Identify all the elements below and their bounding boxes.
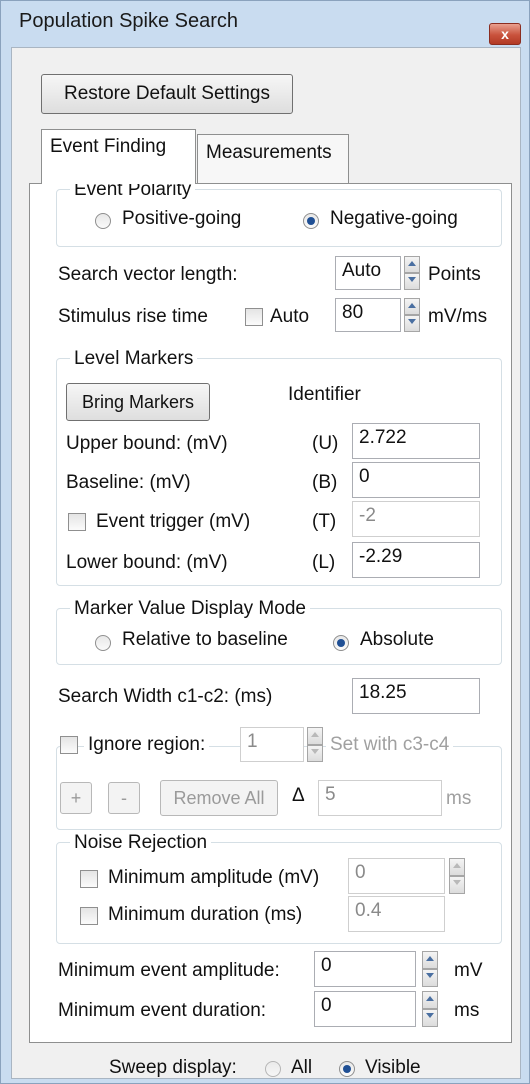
stimulus-auto-label: Auto (270, 306, 310, 327)
absolute-radio[interactable] (333, 635, 349, 651)
stimulus-rise-unit: mV/ms (428, 306, 488, 327)
close-icon[interactable]: x (489, 23, 521, 45)
upper-bound-id: (U) (312, 433, 339, 454)
min-event-duration-label: Minimum event duration: (58, 1000, 267, 1021)
tab-measurements[interactable]: Measurements (197, 134, 349, 183)
sweep-all-label: All (291, 1057, 313, 1078)
min-amplitude-spinner[interactable] (449, 858, 465, 894)
min-event-amplitude-unit: mV (454, 960, 483, 981)
relative-baseline-label: Relative to baseline (122, 629, 288, 650)
sweep-all-radio[interactable] (265, 1061, 281, 1077)
lower-bound-input[interactable]: -2.29 (352, 542, 480, 578)
sweep-visible-label: Visible (365, 1057, 421, 1078)
remove-all-button[interactable]: Remove All (160, 780, 278, 816)
min-event-duration-spinner[interactable] (422, 991, 438, 1027)
negative-going-radio[interactable] (303, 213, 319, 229)
event-trigger-input[interactable]: -2 (352, 501, 480, 537)
noise-rejection-title: Noise Rejection (70, 832, 212, 854)
title-bar[interactable]: Population Spike Search x (1, 1, 529, 45)
tab-event-finding-label: Event Finding (50, 136, 167, 157)
search-vector-label: Search vector length: (58, 264, 238, 285)
search-width-label: Search Width c1-c2: (ms) (58, 686, 273, 707)
stimulus-auto-checkbox[interactable] (245, 308, 263, 326)
event-trigger-id: (T) (312, 511, 337, 532)
restore-defaults-button[interactable]: Restore Default Settings (41, 74, 293, 114)
sweep-visible-radio[interactable] (339, 1061, 355, 1077)
stimulus-rise-spinner[interactable] (404, 298, 420, 332)
absolute-label: Absolute (360, 629, 434, 650)
min-duration-checkbox[interactable] (80, 907, 98, 925)
baseline-id: (B) (312, 472, 338, 493)
negative-going-label: Negative-going (330, 208, 458, 229)
event-trigger-label: Event trigger (mV) (96, 511, 251, 532)
tab-event-finding[interactable]: Event Finding (41, 129, 196, 184)
bring-markers-button[interactable]: Bring Markers (66, 383, 210, 421)
min-event-amplitude-spinner[interactable] (422, 951, 438, 987)
lower-bound-id: (L) (312, 552, 336, 573)
min-event-duration-unit: ms (454, 1000, 480, 1021)
search-width-input[interactable]: 18.25 (352, 678, 480, 714)
positive-going-label: Positive-going (122, 208, 242, 229)
relative-baseline-radio[interactable] (95, 635, 111, 651)
min-amplitude-input[interactable]: 0 (348, 858, 445, 894)
stimulus-rise-label: Stimulus rise time (58, 306, 208, 327)
ignore-region-spinner[interactable] (307, 727, 323, 762)
min-duration-input[interactable]: 0.4 (348, 896, 445, 932)
event-trigger-checkbox[interactable] (68, 513, 86, 531)
delta-unit: ms (446, 788, 472, 809)
baseline-input[interactable]: 0 (352, 462, 480, 498)
ignore-region-input[interactable]: 1 (240, 727, 304, 762)
ignore-region-checkbox[interactable] (60, 736, 78, 754)
ignore-region-label: Ignore region: (84, 734, 210, 756)
search-vector-unit: Points (428, 264, 481, 285)
positive-going-radio[interactable] (95, 213, 111, 229)
sweep-display-label: Sweep display: (109, 1057, 237, 1078)
event-finding-panel: Event Polarity Positive-going Negative-g… (29, 179, 512, 1043)
marker-display-title: Marker Value Display Mode (70, 598, 310, 620)
search-vector-input[interactable]: Auto (335, 256, 401, 290)
level-markers-title: Level Markers (70, 348, 198, 370)
min-duration-label: Minimum duration (ms) (108, 904, 303, 925)
add-region-button[interactable]: + (60, 782, 92, 814)
min-event-amplitude-input[interactable]: 0 (314, 951, 416, 987)
tab-measurements-label: Measurements (206, 142, 332, 163)
lower-bound-label: Lower bound: (mV) (66, 552, 228, 573)
min-amplitude-label: Minimum amplitude (mV) (108, 867, 320, 888)
remove-region-button[interactable]: - (108, 782, 140, 814)
identifier-header: Identifier (288, 384, 361, 405)
min-amplitude-checkbox[interactable] (80, 870, 98, 888)
search-vector-spinner[interactable] (404, 256, 420, 290)
stimulus-rise-input[interactable]: 80 (335, 298, 401, 332)
delta-symbol: Δ (292, 785, 305, 806)
min-event-amplitude-label: Minimum event amplitude: (58, 960, 280, 981)
set-with-c3-c4-label: Set with c3-c4 (326, 734, 454, 756)
upper-bound-label: Upper bound: (mV) (66, 433, 228, 454)
population-spike-search-window: Population Spike Search x Restore Defaul… (0, 0, 530, 1084)
window-title: Population Spike Search (19, 10, 239, 32)
min-event-duration-input[interactable]: 0 (314, 991, 416, 1027)
baseline-label: Baseline: (mV) (66, 472, 191, 493)
delta-input[interactable]: 5 (318, 780, 442, 816)
upper-bound-input[interactable]: 2.722 (352, 423, 480, 459)
